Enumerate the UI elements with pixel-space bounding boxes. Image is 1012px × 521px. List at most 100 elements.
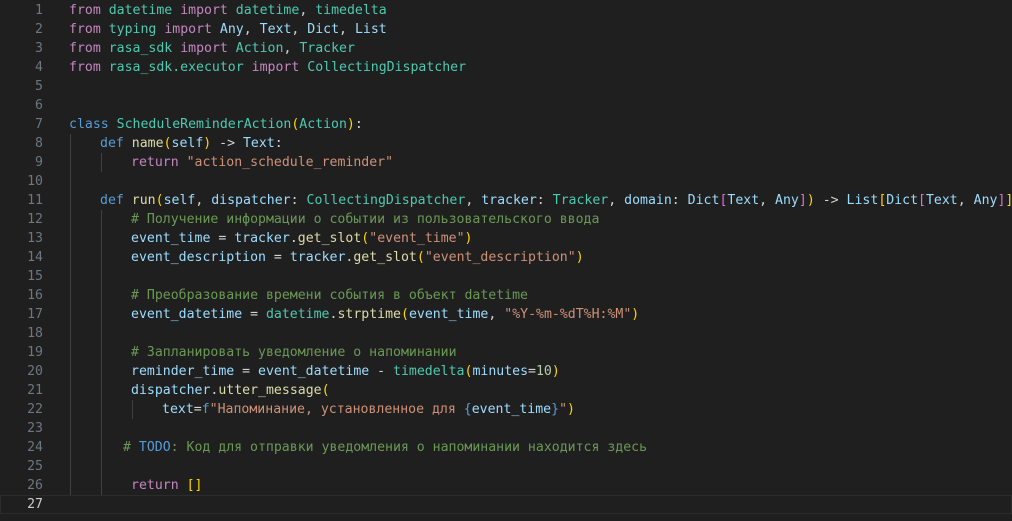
code-token: = [528, 364, 536, 379]
code-line[interactable]: 6 [0, 96, 1012, 115]
code-token: , [957, 193, 974, 208]
code-token: import [180, 41, 228, 56]
code-token: rasa_sdk [108, 41, 173, 56]
indent-guide [70, 267, 71, 286]
code-line[interactable]: 7 class ScheduleReminderAction(Action): [0, 115, 1012, 134]
code-token: ScheduleReminderAction [116, 117, 292, 132]
code-line[interactable]: 24 # TODO: Код для отправки уведомления о… [0, 438, 1012, 457]
code-line[interactable]: 27 [0, 495, 1012, 514]
line-number: 15 [27, 269, 43, 284]
code-line[interactable]: 11 def run(self, dispatcher: CollectingDi… [0, 191, 1012, 210]
code-line[interactable]: 21 dispatcher.utter_message( [0, 381, 1012, 400]
indent-guide [70, 191, 71, 210]
code-token: tracker [481, 193, 537, 208]
indent-guide [101, 457, 102, 476]
line-number: 14 [27, 250, 43, 265]
code-text: event_datetime = datetime.strptime(event… [131, 305, 639, 324]
code-token: : [671, 193, 688, 208]
code-token: { [463, 402, 472, 417]
indent-guide [101, 476, 102, 495]
code-token: tracker [289, 250, 346, 265]
code-token: def [100, 193, 124, 208]
code-token: ) [575, 250, 584, 265]
code-line[interactable]: 20 reminder_time = event_datetime - timed… [0, 362, 1012, 381]
code-token: return [131, 155, 179, 170]
code-line[interactable]: 3 from rasa_sdk import Action, Tracker [0, 39, 1012, 58]
code-line[interactable]: 16 # Преобразование времени события в объ… [0, 286, 1012, 305]
code-text: from rasa_sdk.executor import Collecting… [69, 58, 466, 77]
code-line[interactable]: 1 from datetime import datetime, timedelt… [0, 1, 1012, 20]
code-token: ) [464, 231, 473, 246]
code-token: Any [219, 22, 244, 37]
code-line[interactable]: 17 event_datetime = datetime.strptime(eve… [0, 305, 1012, 324]
code-token: event_datetime [131, 307, 243, 322]
line-number: 19 [27, 345, 43, 360]
code-token: = [193, 402, 202, 417]
code-token: dispatcher [131, 383, 211, 398]
code-line[interactable]: 14 event_description = tracker.get_slot("… [0, 248, 1012, 267]
code-token: import [251, 60, 300, 75]
line-number: 4 [35, 60, 43, 75]
code-token: , [608, 193, 625, 208]
code-text: reminder_time = event_datetime - timedel… [131, 362, 560, 381]
code-line[interactable]: 8 def name(self) -> Text: [0, 134, 1012, 153]
indent-guide [70, 229, 71, 248]
code-line[interactable]: 5 [0, 77, 1012, 96]
indent-guide [101, 267, 102, 286]
indent-guide [70, 153, 71, 172]
code-line[interactable]: 10 [0, 172, 1012, 191]
code-token: ) [806, 193, 815, 208]
code-token: CollectingDispatcher [306, 193, 466, 208]
code-token: "%Y-%m-%dT%H:%M" [504, 307, 632, 322]
code-token: Any [973, 193, 998, 208]
code-line[interactable]: 19 # Запланировать уведомление о напомина… [0, 343, 1012, 362]
code-token: TODO [138, 440, 171, 455]
code-token: def [100, 136, 124, 151]
code-token: ( [401, 307, 409, 322]
indent-guide [70, 134, 71, 153]
code-token: # [123, 440, 139, 455]
code-token: timedelta [393, 364, 465, 379]
code-line[interactable]: 26 return [] [0, 476, 1012, 495]
code-token: "Напоминание, установленное для [209, 402, 464, 417]
code-token: tracker [234, 231, 290, 246]
code-token: from [69, 3, 101, 18]
indent-guide [70, 324, 71, 343]
code-line[interactable]: 23 [0, 419, 1012, 438]
code-line[interactable]: 2 from typing import Any, Text, Dict, Lis… [0, 20, 1012, 39]
line-number: 22 [27, 402, 43, 417]
code-token: , [488, 307, 505, 322]
code-line[interactable]: 9 return "action_schedule_reminder" [0, 153, 1012, 172]
code-token: f [201, 402, 210, 417]
code-line[interactable]: 12 # Получение информации о событии из по… [0, 210, 1012, 229]
code-token: reminder_time [131, 364, 235, 379]
code-token: run [131, 193, 156, 208]
code-token: Text [727, 193, 760, 208]
code-line[interactable]: 18 [0, 324, 1012, 343]
code-text: return "action_schedule_reminder" [131, 153, 393, 172]
code-editor[interactable]: 1 from datetime import datetime, timedelt… [0, 0, 1012, 521]
code-token: from [69, 41, 101, 56]
code-token: "action_schedule_reminder" [186, 155, 394, 170]
code-token: , [465, 193, 482, 208]
code-token: class [69, 117, 109, 132]
code-line[interactable]: 25 [0, 457, 1012, 476]
code-text: from datetime import datetime, timedelta [69, 1, 387, 20]
code-text: def run(self, dispatcher: CollectingDisp… [100, 191, 1012, 210]
code-line[interactable]: 15 [0, 267, 1012, 286]
line-number: 3 [35, 41, 43, 56]
line-number: 16 [27, 288, 43, 303]
code-line[interactable]: 13 event_time = tracker.get_slot("event_t… [0, 229, 1012, 248]
code-token: Dict [886, 193, 919, 208]
indent-guide [101, 153, 102, 172]
indent-guide [70, 362, 71, 381]
code-line[interactable]: 4 from rasa_sdk.executor import Collectin… [0, 58, 1012, 77]
code-token: - [369, 364, 394, 379]
code-line[interactable]: 22 text=f"Напоминание, установленное для … [0, 400, 1012, 419]
